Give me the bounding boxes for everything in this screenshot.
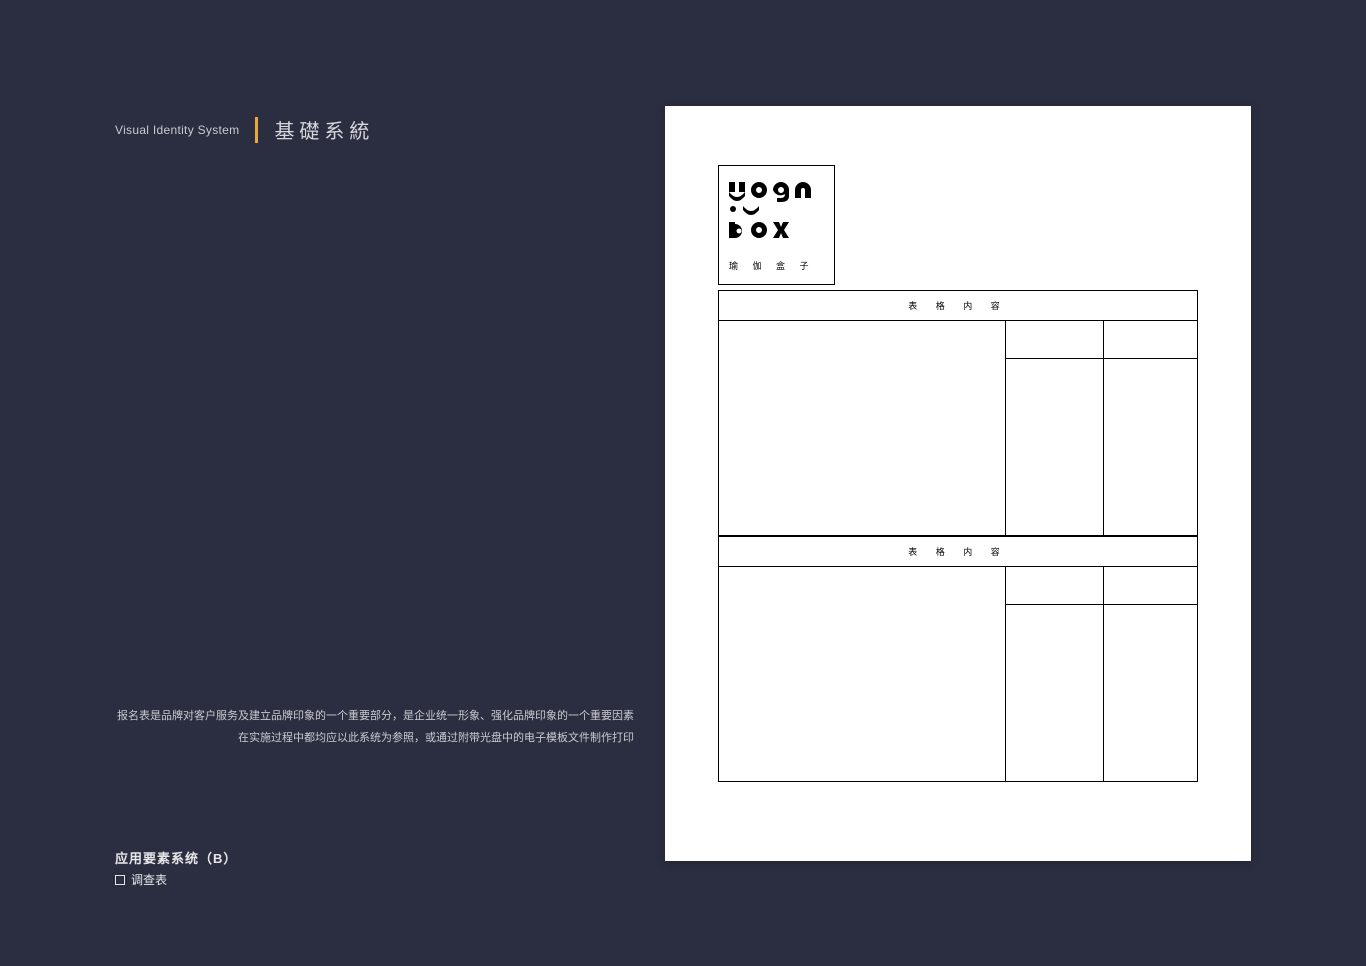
logo-box: 瑜 伽 盒 子: [718, 165, 835, 285]
footer-title: 应用要素系统（B）: [115, 848, 237, 867]
table-header-1: 表 格 内 容: [719, 291, 1197, 321]
description-block: 报名表是品牌对客户服务及建立品牌印象的一个重要部分，是企业统一形象、强化品牌印象…: [117, 705, 634, 749]
header-english: Visual Identity System: [115, 123, 239, 137]
checkbox-icon: [115, 875, 125, 885]
description-line-2: 在实施过程中都均应以此系统为参照，或通过附带光盘中的电子模板文件制作打印: [117, 727, 634, 749]
logo-subtitle: 瑜 伽 盒 子: [729, 259, 824, 272]
footer: 应用要素系统（B） 调查表: [115, 848, 237, 888]
form-table-1: 表 格 内 容: [718, 290, 1198, 536]
form-page: 瑜 伽 盒 子 表 格 内 容 表 格 内 容: [665, 106, 1251, 861]
footer-subtitle: 调查表: [115, 871, 237, 888]
header: Visual Identity System 基礎系統: [115, 115, 374, 144]
table-body-2: [719, 567, 1197, 781]
table-header-2: 表 格 内 容: [719, 537, 1197, 567]
table-vline: [1005, 567, 1006, 781]
table-vline: [1103, 567, 1104, 781]
footer-sub-label: 调查表: [131, 871, 167, 888]
form-table-2: 表 格 内 容: [718, 536, 1198, 782]
yoga-box-logo: [729, 182, 825, 244]
header-divider: [255, 117, 258, 143]
header-chinese: 基礎系統: [274, 115, 374, 144]
description-line-1: 报名表是品牌对客户服务及建立品牌印象的一个重要部分，是企业统一形象、强化品牌印象…: [117, 705, 634, 727]
table-vline: [1005, 321, 1006, 535]
table-hline: [1005, 358, 1197, 359]
table-vline: [1103, 321, 1104, 535]
table-hline: [1005, 604, 1197, 605]
table-body-1: [719, 321, 1197, 535]
